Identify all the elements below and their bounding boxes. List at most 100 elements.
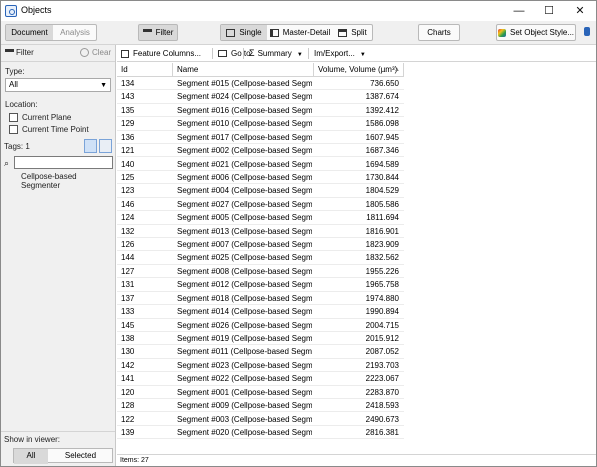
table-row[interactable]: 134 Segment #015 (Cellpose-based Segme...… [117,77,404,91]
tag-item-cellpose[interactable]: Cellpose-based Segmenter [21,172,115,190]
table-row[interactable]: 124 Segment #005 (Cellpose-based Segme...… [117,211,404,225]
cell-name: Segment #004 (Cellpose-based Segme... [177,186,312,196]
table-row[interactable]: 136 Segment #017 (Cellpose-based Segme...… [117,131,404,145]
clear-filter-button[interactable]: Clear [92,48,111,57]
cell-volume: 2004.715 [365,320,399,330]
cell-id: 128 [121,401,135,411]
view-master-detail-button[interactable]: Master-Detail [268,25,332,40]
table-row[interactable]: 139 Segment #020 (Cellpose-based Segme...… [117,426,404,440]
im-export-dropdown[interactable]: Im/Export... ▼ [314,47,366,60]
cell-id: 137 [121,293,135,303]
table-row[interactable]: 120 Segment #001 (Cellpose-based Segme...… [117,386,404,400]
tag-search-input[interactable] [14,156,113,169]
table-row[interactable]: 137 Segment #018 (Cellpose-based Segme...… [117,292,404,306]
cell-volume: 1392.412 [365,105,399,115]
cell-id: 124 [121,213,135,223]
table-row[interactable]: 126 Segment #007 (Cellpose-based Segme...… [117,238,404,252]
table-row[interactable]: 128 Segment #009 (Cellpose-based Segme...… [117,399,404,413]
table-row[interactable]: 144 Segment #025 (Cellpose-based Segme...… [117,251,404,265]
cell-id: 131 [121,280,135,290]
current-plane-checkbox[interactable] [9,113,18,122]
table-row[interactable]: 135 Segment #016 (Cellpose-based Segme...… [117,104,404,118]
table-row[interactable]: 141 Segment #022 (Cellpose-based Segme...… [117,372,404,386]
go-to-label: Go to [231,49,251,58]
current-time-point-checkbox[interactable] [9,125,18,134]
cell-name: Segment #001 (Cellpose-based Segme... [177,387,312,397]
maximize-button[interactable]: ☐ [534,1,564,21]
summary-dropdown[interactable]: Σ Summary ▼ [249,47,303,60]
cell-volume: 1965.758 [365,280,399,290]
close-button[interactable]: ✕ [565,1,595,21]
cell-volume: 1823.909 [365,240,399,250]
tag-list-icon[interactable] [99,139,112,153]
cell-name: Segment #025 (Cellpose-based Segme... [177,253,312,263]
column-header-volume[interactable]: Volume, Volume (µm³) ▲ [314,63,404,77]
show-all-button[interactable]: All [14,449,48,464]
sort-ascending-icon: ▲ [394,67,400,73]
table-row[interactable]: 138 Segment #019 (Cellpose-based Segme...… [117,332,404,346]
single-view-icon [226,28,236,37]
cell-name: Segment #002 (Cellpose-based Segme... [177,146,312,156]
table-row[interactable]: 122 Segment #003 (Cellpose-based Segme...… [117,413,404,426]
column-header-name[interactable]: Name [173,63,314,77]
go-to-button[interactable]: Go to [218,47,251,60]
column-header-id[interactable]: Id [117,63,173,77]
table-row[interactable]: 145 Segment #026 (Cellpose-based Segme...… [117,319,404,332]
table-row[interactable]: 133 Segment #014 (Cellpose-based Segme...… [117,305,404,319]
cell-id: 143 [121,92,135,102]
cell-id: 129 [121,119,135,129]
type-select[interactable]: All ▼ [5,78,111,92]
cell-id: 120 [121,387,135,397]
cell-name: Segment #005 (Cellpose-based Segme... [177,213,312,223]
view-single-label: Single [239,28,262,37]
divider [1,431,115,432]
view-split-button[interactable]: Split [333,25,372,40]
feature-columns-button[interactable]: Feature Columns... [121,47,201,60]
table-row[interactable]: 125 Segment #006 (Cellpose-based Segme...… [117,171,404,185]
cell-name: Segment #015 (Cellpose-based Segme... [177,79,312,88]
filter-toggle-button[interactable]: Filter [138,24,178,41]
table-row[interactable]: 143 Segment #024 (Cellpose-based Segme...… [117,90,404,104]
table-row[interactable]: 140 Segment #021 (Cellpose-based Segme...… [117,158,404,171]
pin-icon[interactable] [584,27,590,36]
charts-button[interactable]: Charts [418,24,460,41]
set-object-style-button[interactable]: Set Object Style... [496,24,576,41]
cell-volume: 2193.703 [365,360,399,370]
table-row[interactable]: 123 Segment #004 (Cellpose-based Segme...… [117,184,404,198]
table-row[interactable]: 132 Segment #013 (Cellpose-based Segme...… [117,225,404,238]
cell-name: Segment #003 (Cellpose-based Segme... [177,414,312,424]
table-row[interactable]: 130 Segment #011 (Cellpose-based Segme...… [117,345,404,359]
cell-volume: 1974.880 [365,293,399,303]
tab-document[interactable]: Document [6,25,53,40]
filter-panel-header: Filter Clear [1,45,115,62]
tag-view-icon[interactable] [84,139,97,153]
cell-volume: 1955.226 [365,266,399,276]
table-row[interactable]: 131 Segment #012 (Cellpose-based Segme...… [117,278,404,292]
cell-name: Segment #026 (Cellpose-based Segme... [177,320,312,330]
cell-name: Segment #027 (Cellpose-based Segme... [177,199,312,209]
table-row[interactable]: 127 Segment #008 (Cellpose-based Segme...… [117,265,404,279]
cell-name: Segment #021 (Cellpose-based Segme... [177,159,312,169]
feature-columns-icon [121,49,129,58]
table-row[interactable]: 142 Segment #023 (Cellpose-based Segme...… [117,359,404,373]
cell-volume: 1694.589 [365,159,399,169]
view-single-button[interactable]: Single [221,25,267,40]
cell-volume: 736.650 [370,79,399,88]
table-row[interactable]: 121 Segment #002 (Cellpose-based Segme...… [117,144,404,158]
cell-volume: 2015.912 [365,333,399,343]
minimize-button[interactable]: — [504,1,534,21]
cell-id: 126 [121,240,135,250]
show-selected-button[interactable]: Selected [49,449,112,464]
table-row[interactable]: 129 Segment #010 (Cellpose-based Segme...… [117,117,404,131]
cell-id: 135 [121,105,135,115]
cell-volume: 2283.870 [365,387,399,397]
cell-volume: 2816.381 [365,427,399,437]
cell-name: Segment #006 (Cellpose-based Segme... [177,172,312,182]
feature-columns-label: Feature Columns... [133,49,202,58]
view-master-detail-label: Master-Detail [282,28,331,37]
tab-analysis[interactable]: Analysis [54,25,96,40]
cell-volume: 2490.673 [365,414,399,424]
table-row[interactable]: 146 Segment #027 (Cellpose-based Segme...… [117,198,404,212]
cell-name: Segment #022 (Cellpose-based Segme... [177,374,312,384]
summary-icon: Σ [249,48,255,59]
